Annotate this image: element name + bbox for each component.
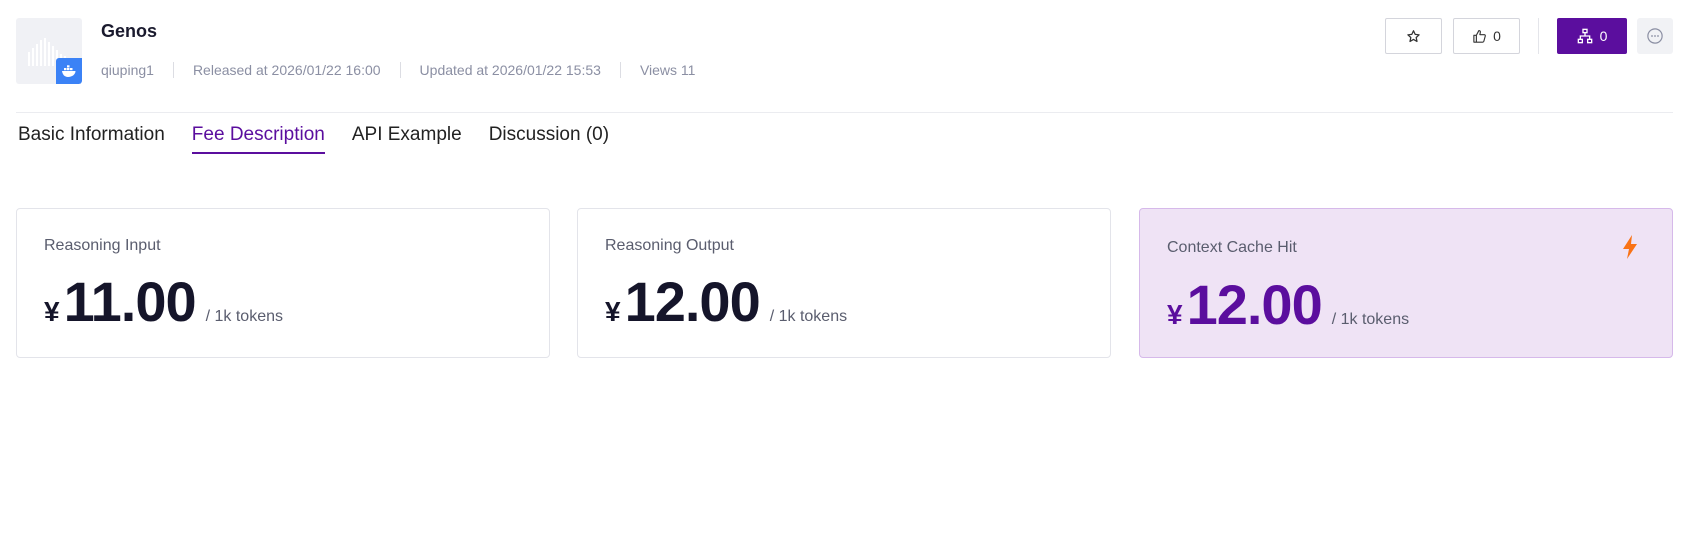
currency-symbol: ¥ [605,296,621,327]
actions-divider [1538,18,1539,54]
tab-api-example[interactable]: API Example [352,124,462,152]
like-button[interactable]: 0 [1453,18,1520,54]
fork-icon [1577,28,1592,44]
star-icon [1407,29,1420,42]
more-icon [1647,28,1663,44]
currency-symbol: ¥ [44,296,60,327]
docker-icon [56,58,82,84]
fee-unit: / 1k tokens [205,308,283,325]
fee-label: Reasoning Input [44,237,161,254]
fee-price: ¥ 12.00 / 1k tokens [1167,272,1409,337]
fee-card-reasoning-output: Reasoning Output ¥ 12.00 / 1k tokens [577,208,1111,358]
updated-date: Updated at 2026/01/22 15:53 [419,62,601,78]
model-header: Genos qiuping1 Released at 2026/01/22 16… [16,18,1673,113]
fee-unit: / 1k tokens [1331,311,1410,328]
currency-symbol: ¥ [1167,299,1183,330]
model-thumbnail [16,18,82,84]
tab-bar: Basic Information Fee Description API Ex… [18,124,636,154]
like-count: 0 [1493,28,1501,44]
model-title: Genos [101,21,158,41]
tab-fee-description[interactable]: Fee Description [191,124,325,154]
author-link[interactable]: qiuping1 [101,62,154,78]
more-button[interactable] [1637,18,1673,54]
fork-count: 0 [1599,28,1608,44]
header-actions: 0 0 [1385,18,1673,54]
fee-amount: 12.00 [1186,273,1323,336]
fee-amount: 12.00 [624,270,761,333]
view-count: Views 11 [639,62,696,78]
fee-unit: / 1k tokens [769,308,848,325]
fee-card-reasoning-input: Reasoning Input ¥ 11.00 / 1k tokens [16,208,550,358]
header-divider [16,112,1673,113]
star-button[interactable] [1385,18,1442,54]
meta-divider [399,62,401,78]
fork-button[interactable]: 0 [1557,18,1627,54]
meta-divider [619,62,621,78]
fee-price: ¥ 11.00 / 1k tokens [44,269,283,334]
tab-discussion[interactable]: Discussion (0) [489,124,609,152]
fee-price: ¥ 12.00 / 1k tokens [605,269,847,334]
fee-amount: 11.00 [63,270,197,333]
thumbs-up-icon [1473,29,1486,43]
fee-label: Context Cache Hit [1167,239,1297,256]
model-meta: qiuping1 Released at 2026/01/22 16:00 Up… [101,62,695,78]
released-date: Released at 2026/01/22 16:00 [192,62,381,78]
fee-cards: Reasoning Input ¥ 11.00 / 1k tokens Reas… [16,208,1673,358]
lightning-icon [1623,235,1637,259]
fee-card-context-cache-hit: Context Cache Hit ¥ 12.00 / 1k tokens [1139,208,1673,358]
fee-label: Reasoning Output [605,237,734,254]
meta-divider [172,62,174,78]
tab-basic-information[interactable]: Basic Information [18,124,165,152]
